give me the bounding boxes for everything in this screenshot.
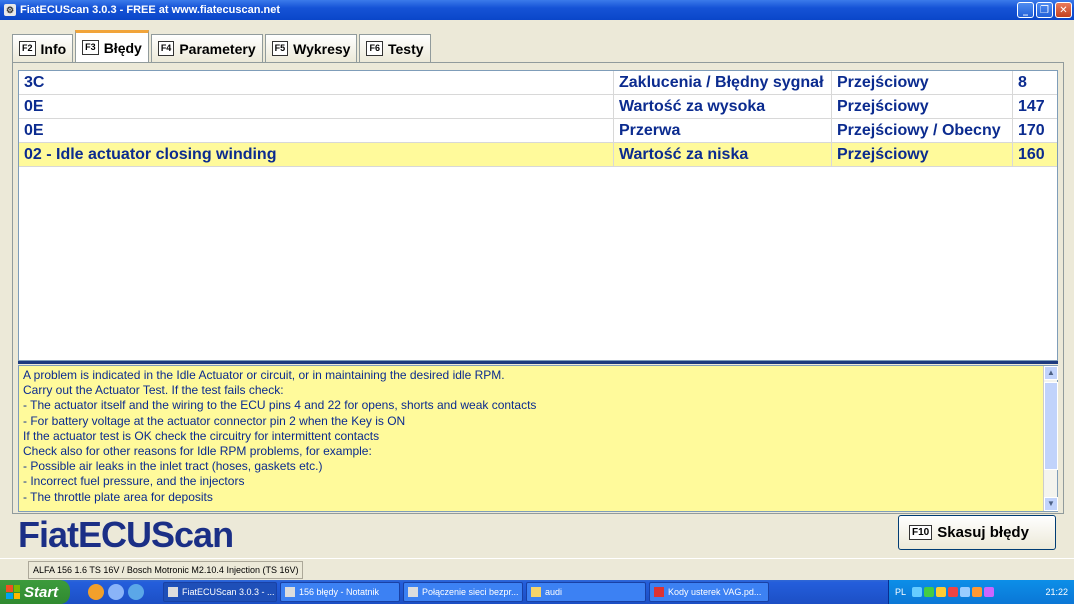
help-line: Check also for other reasons for Idle RP… — [23, 444, 372, 459]
windows-flag-icon — [6, 585, 20, 599]
error-code: 3C — [19, 71, 614, 94]
tab-info[interactable]: F2 Info — [12, 34, 74, 62]
error-row[interactable]: 0E Wartość za wysoka Przejściowy 147 — [19, 95, 1057, 119]
tray-icon[interactable] — [960, 587, 971, 597]
tab-bledy[interactable]: F3 Błędy — [75, 30, 149, 62]
window-title: FiatECUScan 3.0.3 - FREE at www.fiatecus… — [20, 4, 280, 16]
app-icon: ⚙ — [4, 4, 16, 16]
fkey-badge: F4 — [157, 41, 175, 56]
tab-bar: F2 Info F3 Błędy F4 Parametery F5 Wykresy F6… — [12, 30, 433, 62]
error-code: 02 - Idle actuator closing winding — [19, 143, 614, 166]
minimize-button[interactable]: _ — [1017, 2, 1034, 18]
task-label: Połączenie sieci bezpr... — [422, 587, 519, 597]
help-scrollbar[interactable]: ▲ ▼ — [1043, 366, 1058, 511]
close-button[interactable]: ✕ — [1055, 2, 1072, 18]
error-help-text: A problem is indicated in the Idle Actua… — [18, 365, 1058, 512]
error-row-selected[interactable]: 02 - Idle actuator closing winding Warto… — [19, 143, 1057, 167]
app-logo: FiatECUScan — [18, 514, 234, 555]
task-label: audi — [545, 587, 563, 597]
tray-icon[interactable] — [972, 587, 983, 597]
network-icon — [408, 587, 418, 597]
help-line: - Possible air leaks in the inlet tract … — [23, 459, 323, 474]
task-label: 156 błędy - Notatnik — [299, 587, 380, 597]
error-status: Przejściowy — [832, 95, 1013, 118]
pdf-icon — [654, 587, 664, 597]
ie-icon[interactable] — [128, 584, 144, 600]
help-line: If the actuator test is OK check the cir… — [23, 428, 380, 443]
tab-wykresy[interactable]: F5 Wykresy — [264, 34, 358, 62]
taskbar-item[interactable]: FiatECUScan 3.0.3 - ... — [163, 582, 277, 602]
tab-label: Parametery — [179, 40, 256, 57]
scroll-down-icon[interactable]: ▼ — [1044, 497, 1058, 511]
task-label: Kody usterek VAG.pd... — [668, 587, 762, 597]
folder-icon — [531, 587, 541, 597]
error-count: 147 — [1018, 97, 1045, 115]
fkey-badge: F5 — [271, 41, 289, 56]
status-bar: ALFA 156 1.6 TS 16V / Bosch Motronic M2.… — [0, 558, 1074, 580]
error-list: 3C Zaklucenia / Błędny sygnał Przejściow… — [18, 70, 1058, 361]
language-indicator[interactable]: PL — [895, 587, 906, 597]
maximize-button[interactable]: ❐ — [1036, 2, 1053, 18]
taskbar-item[interactable]: Kody usterek VAG.pd... — [649, 582, 769, 602]
clear-errors-label: Skasuj błędy — [937, 524, 1029, 541]
help-line: - The actuator itself and the wiring to … — [23, 398, 537, 413]
help-line: - For battery voltage at the actuator co… — [23, 413, 406, 428]
error-status: Przejściowy — [832, 143, 1013, 166]
firefox-icon[interactable] — [88, 584, 104, 600]
title-bar: ⚙ FiatECUScan 3.0.3 - FREE at www.fiatec… — [0, 0, 1074, 20]
error-description: Przerwa — [614, 119, 832, 142]
tab-label: Błędy — [103, 39, 142, 56]
start-button[interactable]: Start — [0, 580, 70, 604]
errors-panel: 3C Zaklucenia / Błędny sygnał Przejściow… — [12, 62, 1064, 514]
error-status: Przejściowy — [832, 71, 1013, 94]
fkey-badge: F3 — [82, 40, 99, 55]
tray-icon[interactable] — [912, 587, 923, 597]
help-line: - The throttle plate area for deposits — [23, 489, 213, 504]
notepad-icon — [285, 587, 295, 597]
error-count: 170 — [1018, 121, 1045, 139]
tab-label: Testy — [387, 40, 424, 57]
error-row[interactable]: 3C Zaklucenia / Błędny sygnał Przejściow… — [19, 71, 1057, 95]
tray-icon[interactable] — [924, 587, 935, 597]
tray-icon[interactable] — [936, 587, 947, 597]
error-description: Zaklucenia / Błędny sygnał — [614, 71, 832, 94]
help-line: Carry out the Actuator Test. If the test… — [23, 383, 284, 398]
error-count: 160 — [1018, 145, 1045, 163]
vehicle-status: ALFA 156 1.6 TS 16V / Bosch Motronic M2.… — [28, 561, 304, 579]
help-line: - Incorrect fuel pressure, and the injec… — [23, 474, 245, 489]
scroll-thumb[interactable] — [1044, 382, 1058, 470]
tray-icon[interactable] — [984, 587, 995, 597]
taskbar-item[interactable]: 156 błędy - Notatnik — [280, 582, 400, 602]
tab-label: Wykresy — [293, 40, 351, 57]
clear-errors-button[interactable]: F10 Skasuj błędy — [898, 515, 1056, 550]
fkey-badge: F6 — [366, 41, 383, 56]
taskbar-item[interactable]: Połączenie sieci bezpr... — [403, 582, 523, 602]
help-line: A problem is indicated in the Idle Actua… — [23, 368, 505, 382]
error-description: Wartość za niska — [614, 143, 832, 166]
chrome-icon[interactable] — [108, 584, 124, 600]
task-label: FiatECUScan 3.0.3 - ... — [182, 587, 275, 597]
error-count: 8 — [1018, 73, 1027, 91]
clock[interactable]: 21:22 — [1045, 587, 1068, 597]
app-icon — [168, 587, 178, 597]
tray-icon[interactable] — [948, 587, 959, 597]
error-status: Przejściowy / Obecny — [832, 119, 1013, 142]
fkey-badge: F10 — [909, 525, 933, 540]
start-label: Start — [24, 583, 59, 601]
scroll-up-icon[interactable]: ▲ — [1044, 366, 1058, 380]
tab-label: Info — [40, 40, 67, 57]
error-code: 0E — [19, 95, 614, 118]
taskbar: Start FiatECUScan 3.0.3 - ... 156 błędy … — [0, 580, 1074, 604]
error-row[interactable]: 0E Przerwa Przejściowy / Obecny 170 — [19, 119, 1057, 143]
tab-parametery[interactable]: F4 Parametery — [150, 34, 263, 62]
quick-launch — [88, 584, 163, 600]
error-code: 0E — [19, 119, 614, 142]
taskbar-item[interactable]: audi — [526, 582, 646, 602]
fkey-badge: F2 — [19, 41, 36, 56]
error-description: Wartość za wysoka — [614, 95, 832, 118]
splitter[interactable] — [18, 361, 1058, 364]
system-tray: PL 21:22 — [888, 580, 1074, 604]
tab-testy[interactable]: F6 Testy — [359, 34, 431, 62]
